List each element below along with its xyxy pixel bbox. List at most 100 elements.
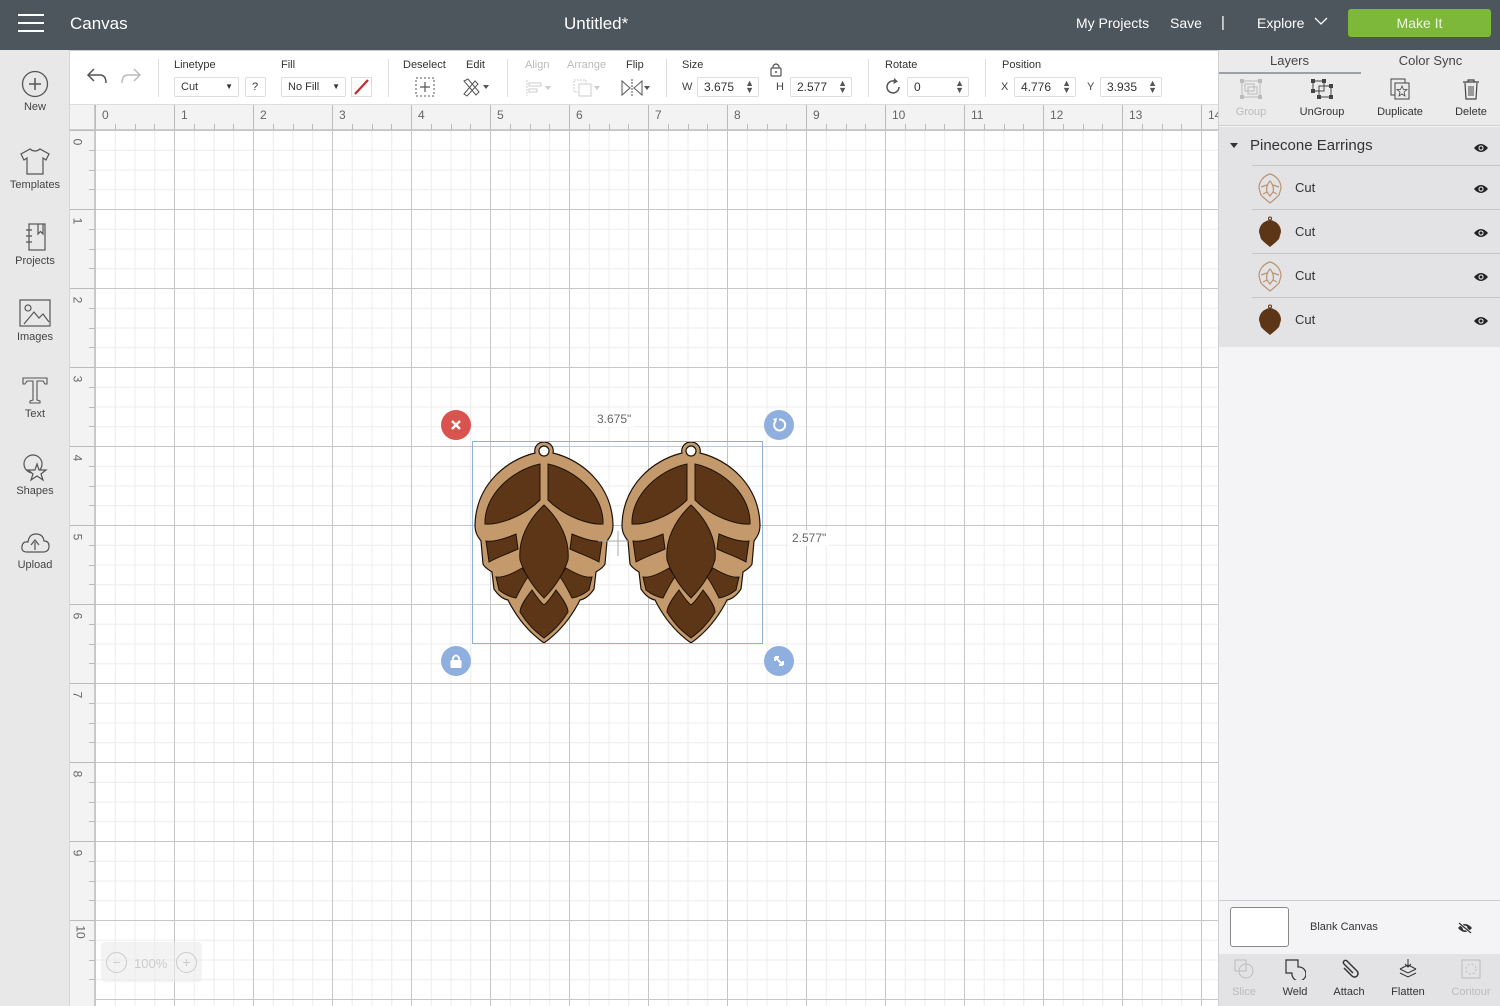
sidebar-item-images[interactable]: Images — [0, 298, 70, 343]
eye-icon[interactable] — [1473, 272, 1489, 282]
redo-icon[interactable] — [120, 67, 142, 85]
sidebar-item-projects[interactable]: Projects — [0, 222, 70, 267]
stepper-icon[interactable]: ▲ ▼ — [745, 79, 754, 95]
scale-handle[interactable] — [764, 646, 794, 676]
shapes-icon — [23, 454, 48, 482]
top-bar: Canvas Untitled* My Projects Save | Expl… — [0, 0, 1500, 50]
ruler-major-tick — [964, 105, 965, 130]
lock-proportions-handle[interactable] — [441, 646, 471, 676]
explore-menu[interactable]: Explore — [1257, 15, 1304, 31]
ruler-tick-label: 12 — [1050, 108, 1064, 122]
stepper-icon[interactable]: ▲ ▼ — [955, 79, 964, 95]
ruler-tick-label: 11 — [971, 108, 984, 122]
resize-arrows-icon — [774, 656, 784, 666]
ruler-major-tick — [411, 105, 412, 130]
notebook-icon — [26, 223, 46, 251]
linetype-help-button[interactable]: ? — [245, 77, 266, 97]
ruler-major-tick — [70, 288, 95, 289]
layer-item[interactable]: Cut — [1252, 209, 1500, 253]
ruler-tick-label: 0 — [70, 138, 85, 146]
layer-item[interactable]: Cut — [1252, 253, 1500, 297]
caret-down-icon[interactable] — [1230, 143, 1238, 148]
stepper-icon[interactable]: ▲ ▼ — [1062, 79, 1071, 95]
duplicate-button[interactable]: Duplicate — [1365, 78, 1435, 118]
undo-icon[interactable] — [86, 67, 108, 85]
eye-icon[interactable] — [1473, 143, 1489, 153]
layer-name: Cut — [1295, 268, 1316, 283]
duplicate-label: Duplicate — [1377, 106, 1423, 118]
flatten-label: Flatten — [1391, 986, 1425, 998]
eye-icon[interactable] — [1473, 184, 1489, 194]
make-it-button[interactable]: Make It — [1348, 9, 1491, 37]
horizontal-ruler: 0 1 2 3 4 5 6 7 8 9 10 11 12 13 14 — [70, 105, 1262, 130]
sidebar-item-shapes[interactable]: Shapes — [0, 452, 70, 497]
edit-tools-icon[interactable] — [461, 77, 491, 97]
ruler-tick-label: 5 — [497, 108, 504, 122]
my-projects-link[interactable]: My Projects — [1076, 15, 1149, 31]
chevron-down-icon[interactable] — [1314, 14, 1328, 28]
stepper-icon[interactable]: ▲ ▼ — [1148, 79, 1157, 95]
width-input[interactable]: 3.675 ▲ ▼ — [697, 77, 759, 97]
eye-icon[interactable] — [1473, 228, 1489, 238]
delete-handle[interactable] — [441, 410, 471, 440]
y-position-input[interactable]: 3.935 ▲ ▼ — [1100, 77, 1162, 97]
sidebar-item-new[interactable]: New — [0, 70, 70, 113]
ruler-tick-label: 2 — [70, 296, 85, 304]
size-lock-icon[interactable] — [768, 62, 784, 77]
sidebar-item-text[interactable]: Text — [0, 375, 70, 420]
x-position-input[interactable]: 4.776 ▲ ▼ — [1014, 77, 1076, 97]
document-title[interactable]: Untitled* — [564, 14, 628, 34]
layers-list: Pinecone Earrings Cut Cut Cut Cut — [1219, 127, 1500, 347]
layer-item[interactable]: Cut — [1252, 165, 1500, 209]
eye-hidden-icon[interactable] — [1457, 922, 1473, 934]
attach-button[interactable]: Attach — [1321, 958, 1377, 998]
rotate-icon — [773, 418, 787, 432]
hamburger-menu-icon[interactable] — [18, 14, 44, 34]
sidebar-label: Shapes — [16, 485, 54, 497]
blank-canvas-swatch[interactable] — [1230, 907, 1289, 947]
sidebar-item-templates[interactable]: Templates — [0, 146, 70, 191]
ungroup-icon — [1311, 79, 1333, 99]
delete-label: Delete — [1455, 106, 1487, 118]
paperclip-icon — [1342, 959, 1359, 978]
group-name: Pinecone Earrings — [1250, 137, 1373, 154]
ruler-major-tick — [70, 683, 95, 684]
width-dimension-label: 3.675" — [594, 411, 635, 427]
linetype-select[interactable]: Cut ▼ — [174, 77, 239, 97]
no-fill-swatch-icon[interactable] — [351, 77, 372, 97]
slice-button[interactable]: Slice — [1216, 958, 1272, 998]
tab-color-sync[interactable]: Color Sync — [1360, 53, 1500, 68]
sidebar-item-upload[interactable]: Upload — [0, 530, 70, 571]
ruler-major-tick — [1043, 105, 1044, 130]
layer-item[interactable]: Cut — [1252, 297, 1500, 341]
ruler-major-tick — [490, 105, 491, 130]
contour-button[interactable]: Contour — [1443, 958, 1499, 998]
ungroup-button[interactable]: UnGroup — [1287, 78, 1357, 118]
zoom-out-button[interactable]: − — [106, 952, 127, 973]
ruler-major-tick — [253, 105, 254, 130]
flip-icon[interactable] — [620, 78, 652, 98]
rotate-handle[interactable] — [764, 410, 794, 440]
layer-group-pinecone-earrings[interactable]: Pinecone Earrings — [1219, 127, 1500, 165]
layers-panel: Layers Color Sync Group UnGroup Duplicat… — [1218, 50, 1500, 1006]
flatten-button[interactable]: Flatten — [1380, 958, 1436, 998]
arrange-icon[interactable] — [572, 78, 604, 98]
ruler-tick-label: 9 — [813, 108, 820, 122]
save-button[interactable]: Save — [1170, 15, 1202, 31]
delete-button[interactable]: Delete — [1436, 78, 1500, 118]
tab-layers[interactable]: Layers — [1219, 53, 1360, 68]
eye-icon[interactable] — [1473, 316, 1489, 326]
linetype-label: Linetype — [174, 59, 216, 71]
stepper-icon[interactable]: ▲ ▼ — [838, 79, 847, 95]
group-button[interactable]: Group — [1216, 78, 1286, 118]
fill-select[interactable]: No Fill ▼ — [281, 77, 346, 97]
ruler-tick-label: 10 — [73, 925, 88, 939]
selection-bounding-box[interactable] — [472, 441, 763, 644]
rotate-input[interactable]: 0 ▲ ▼ — [907, 77, 969, 97]
height-input[interactable]: 2.577 ▲ ▼ — [790, 77, 852, 97]
deselect-icon[interactable] — [415, 77, 435, 97]
weld-button[interactable]: Weld — [1267, 958, 1323, 998]
align-icon[interactable] — [525, 79, 555, 97]
blank-canvas-row[interactable]: Blank Canvas — [1219, 900, 1500, 954]
zoom-in-button[interactable]: + — [176, 952, 197, 973]
